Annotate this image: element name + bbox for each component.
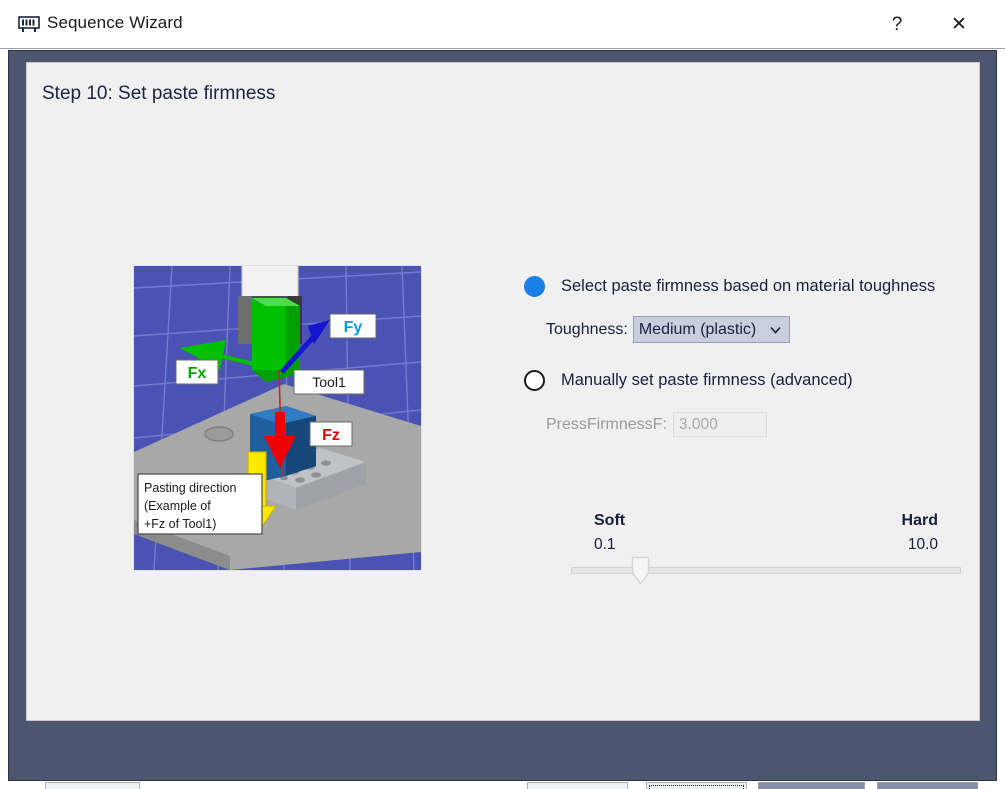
sequence-wizard-window: Sequence Wizard ? ✕ Step 10: Set paste f… [0,0,1005,789]
toughness-field: Toughness: Medium (plastic) [546,316,790,343]
toughness-value: Medium (plastic) [639,321,756,339]
focus-ring [649,785,744,789]
radio-manual-firmness-indicator [524,370,545,391]
teach-button: Teach... [758,782,865,789]
svg-text:+Fz of Tool1): +Fz of Tool1) [144,517,216,531]
label-fy: Fy [330,314,376,338]
label-pasting-direction: Pasting direction (Example of +Fz of Too… [138,474,262,534]
press-firmness-label: PressFirmnessF: [546,416,667,434]
page-title: Step 10: Set paste firmness [42,83,275,105]
radio-manual-firmness-label: Manually set paste firmness (advanced) [561,371,853,390]
svg-text:Fy: Fy [344,319,363,336]
radio-auto-firmness-label: Select paste firmness based on material … [561,277,935,296]
back-button[interactable]: < Back [527,782,628,789]
radio-auto-firmness[interactable]: Select paste firmness based on material … [524,276,935,297]
label-tool1: Tool1 [294,370,364,394]
slider-hard-caption: Hard [902,512,938,530]
firmness-slider-thumb[interactable] [631,556,650,585]
press-firmness-value: 3.000 [679,416,718,434]
help-button[interactable]: ? [877,10,917,39]
svg-text:Fx: Fx [188,365,207,382]
wizard-frame: Step 10: Set paste firmness [8,50,997,781]
wizard-content-area: Step 10: Set paste firmness [26,62,980,721]
next-button[interactable]: Next > [646,782,747,789]
slider-soft-caption: Soft [594,512,625,530]
label-fz: Fz [310,422,352,446]
slider-max-value: 10.0 [908,536,938,554]
slider-min-value: 0.1 [594,536,616,554]
press-firmness-input[interactable]: 3.000 [673,412,767,437]
label-fx: Fx [176,360,218,384]
press-firmness-field: PressFirmnessF: 3.000 [546,412,767,437]
paste-firmness-options-panel: Select paste firmness based on material … [524,276,974,576]
firmness-slider-group: Soft 0.1 Hard 10.0 [571,512,961,582]
svg-text:Fz: Fz [322,427,340,444]
radio-manual-firmness[interactable]: Manually set paste firmness (advanced) [524,370,853,391]
svg-text:(Example of: (Example of [144,499,211,513]
robot-controller-icon [18,16,40,33]
toughness-select[interactable]: Medium (plastic) [633,316,790,343]
firmness-slider-track[interactable] [571,567,961,574]
title-bar: Sequence Wizard ? ✕ [0,0,1005,49]
toughness-label: Toughness: [546,321,628,339]
cancel-button[interactable]: Cancel [45,782,140,789]
finish-button: Finish [877,782,978,789]
svg-text:Pasting direction: Pasting direction [144,481,236,495]
robot-tool-force-axes-diagram: Fy Fx Tool1 Fz [133,265,422,571]
chevron-down-icon [769,323,782,336]
svg-text:Tool1: Tool1 [312,374,346,390]
window-title: Sequence Wizard [47,13,183,33]
radio-auto-firmness-indicator [524,276,545,297]
close-button[interactable]: ✕ [939,10,979,39]
